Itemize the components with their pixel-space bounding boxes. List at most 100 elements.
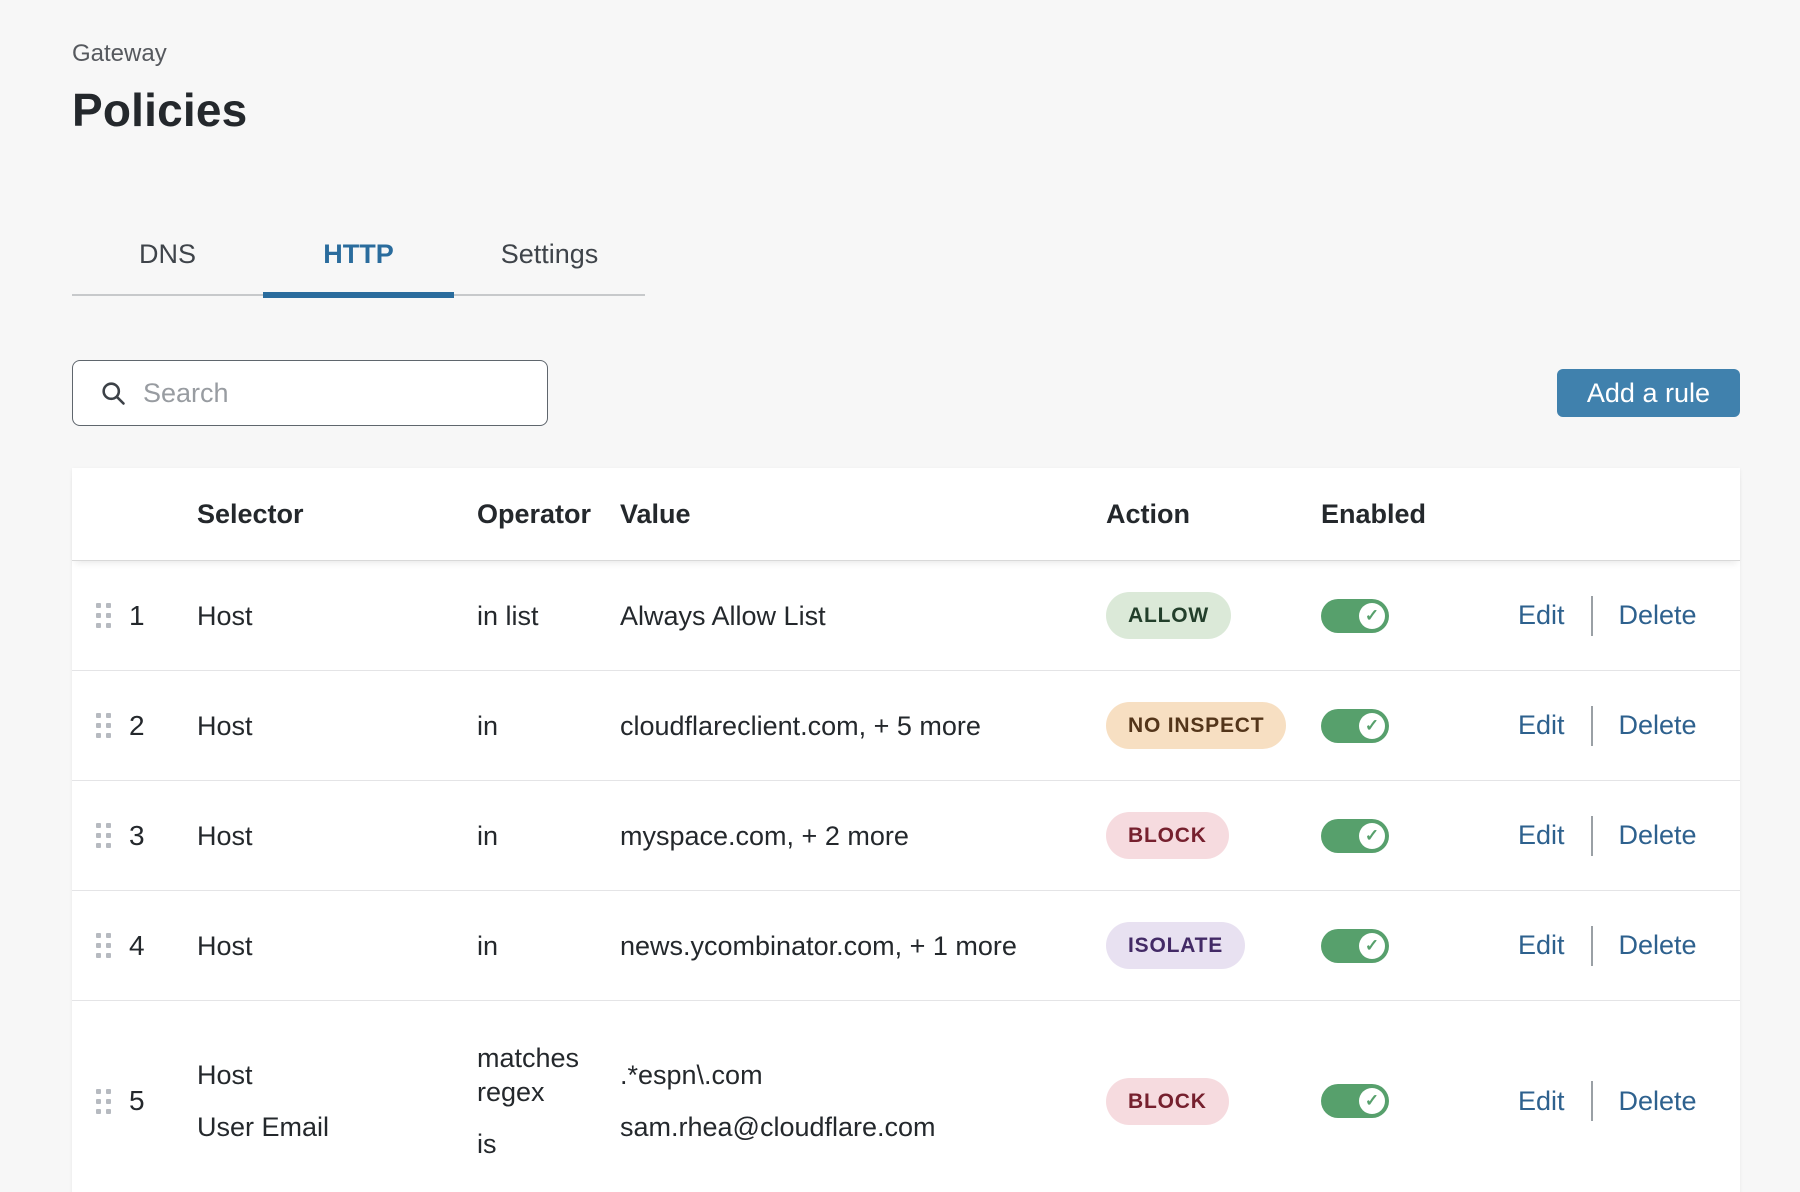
enabled-cell: ✓ — [1321, 1001, 1496, 1192]
enabled-toggle[interactable]: ✓ — [1321, 929, 1389, 963]
edit-link[interactable]: Edit — [1518, 1086, 1565, 1117]
toggle-check-icon: ✓ — [1359, 1088, 1385, 1114]
operator-cell: in — [477, 891, 620, 1000]
enabled-toggle[interactable]: ✓ — [1321, 819, 1389, 853]
enabled-toggle[interactable]: ✓ — [1321, 709, 1389, 743]
cell-text: myspace.com, + 2 more — [620, 819, 909, 853]
action-cell: NO INSPECT — [1106, 671, 1321, 780]
search-input[interactable] — [143, 378, 547, 409]
cell-text: Host — [197, 929, 253, 963]
row-actions: Edit Delete — [1496, 891, 1740, 1000]
action-badge: ISOLATE — [1106, 922, 1245, 969]
actions-divider — [1591, 706, 1593, 746]
operator-cell: in list — [477, 561, 620, 670]
column-header-action: Action — [1106, 499, 1321, 530]
actions-divider — [1591, 596, 1593, 636]
cell-text: in — [477, 819, 498, 853]
value-cell: .*espn\.comsam.rhea@cloudflare.com — [620, 1001, 1106, 1192]
drag-handle-icon[interactable] — [96, 603, 111, 628]
delete-link[interactable]: Delete — [1619, 930, 1697, 961]
row-handle-cell: 3 — [72, 781, 197, 890]
edit-link[interactable]: Edit — [1518, 930, 1565, 961]
toggle-check-icon: ✓ — [1359, 713, 1385, 739]
toggle-check-icon: ✓ — [1359, 823, 1385, 849]
cell-text: Host — [197, 1058, 253, 1092]
drag-handle-icon[interactable] — [96, 1089, 111, 1114]
operator-cell: matches regex is — [477, 1001, 620, 1192]
tab-bar: DNSHTTPSettings — [72, 238, 645, 296]
delete-link[interactable]: Delete — [1619, 600, 1697, 631]
column-header-enabled: Enabled — [1321, 499, 1496, 530]
action-badge: ALLOW — [1106, 592, 1231, 639]
row-handle-cell: 5 — [72, 1001, 197, 1192]
drag-handle-icon[interactable] — [96, 933, 111, 958]
action-badge: BLOCK — [1106, 1078, 1229, 1125]
row-number: 2 — [129, 710, 145, 742]
search-box[interactable] — [72, 360, 548, 426]
cell-text: Host — [197, 599, 253, 633]
action-cell: BLOCK — [1106, 1001, 1321, 1192]
edit-link[interactable]: Edit — [1518, 600, 1565, 631]
operator-cell: in — [477, 781, 620, 890]
cell-text: matches regex — [477, 1041, 596, 1109]
selector-cell: HostUser Email — [197, 1001, 477, 1192]
selector-cell: Host — [197, 891, 477, 1000]
cell-text: in — [477, 709, 498, 743]
table-row: 1 Host in list Always Allow List ALLOW ✓… — [72, 561, 1740, 671]
action-cell: ISOLATE — [1106, 891, 1321, 1000]
value-cell: cloudflareclient.com, + 5 more — [620, 671, 1106, 780]
table-header: SelectorOperatorValueActionEnabled — [72, 468, 1740, 561]
selector-cell: Host — [197, 561, 477, 670]
cell-text: in — [477, 929, 498, 963]
cell-text: .*espn\.com — [620, 1058, 763, 1092]
toolbar: Add a rule — [72, 360, 1740, 426]
enabled-cell: ✓ — [1321, 891, 1496, 1000]
row-handle-cell: 2 — [72, 671, 197, 780]
policies-table: SelectorOperatorValueActionEnabled 1 Hos… — [72, 468, 1740, 1192]
drag-handle-icon[interactable] — [96, 713, 111, 738]
actions-divider — [1591, 1081, 1593, 1121]
edit-link[interactable]: Edit — [1518, 710, 1565, 741]
row-number: 1 — [129, 600, 145, 632]
enabled-cell: ✓ — [1321, 671, 1496, 780]
row-number: 3 — [129, 820, 145, 852]
tab-settings[interactable]: Settings — [454, 238, 645, 296]
selector-cell: Host — [197, 671, 477, 780]
actions-divider — [1591, 816, 1593, 856]
cell-text: cloudflareclient.com, + 5 more — [620, 709, 981, 743]
column-header-selector: Selector — [197, 499, 477, 530]
row-actions: Edit Delete — [1496, 561, 1740, 670]
enabled-toggle[interactable]: ✓ — [1321, 599, 1389, 633]
row-actions: Edit Delete — [1496, 671, 1740, 780]
cell-text: Host — [197, 709, 253, 743]
table-row: 5 HostUser Email matches regex is .*espn\… — [72, 1001, 1740, 1192]
action-cell: ALLOW — [1106, 561, 1321, 670]
row-actions: Edit Delete — [1496, 781, 1740, 890]
delete-link[interactable]: Delete — [1619, 1086, 1697, 1117]
cell-text: news.ycombinator.com, + 1 more — [620, 929, 1017, 963]
delete-link[interactable]: Delete — [1619, 710, 1697, 741]
cell-text: Always Allow List — [620, 599, 826, 633]
add-rule-button[interactable]: Add a rule — [1557, 369, 1740, 417]
row-handle-cell: 4 — [72, 891, 197, 1000]
cell-text: is — [477, 1127, 497, 1161]
tab-dns[interactable]: DNS — [72, 238, 263, 296]
table-body: 1 Host in list Always Allow List ALLOW ✓… — [72, 561, 1740, 1192]
cell-text: in list — [477, 599, 539, 633]
edit-link[interactable]: Edit — [1518, 820, 1565, 851]
drag-handle-icon[interactable] — [96, 823, 111, 848]
toggle-check-icon: ✓ — [1359, 933, 1385, 959]
gateway-policies-page: Gateway Policies DNSHTTPSettings Add a r… — [0, 0, 1800, 1192]
page-title: Policies — [72, 84, 1740, 136]
enabled-cell: ✓ — [1321, 781, 1496, 890]
delete-link[interactable]: Delete — [1619, 820, 1697, 851]
selector-cell: Host — [197, 781, 477, 890]
enabled-toggle[interactable]: ✓ — [1321, 1084, 1389, 1118]
breadcrumb: Gateway — [72, 0, 1740, 68]
table-row: 2 Host in cloudflareclient.com, + 5 more… — [72, 671, 1740, 781]
tab-http[interactable]: HTTP — [263, 238, 454, 296]
value-cell: Always Allow List — [620, 561, 1106, 670]
column-header-value: Value — [620, 499, 1106, 530]
actions-divider — [1591, 926, 1593, 966]
action-cell: BLOCK — [1106, 781, 1321, 890]
